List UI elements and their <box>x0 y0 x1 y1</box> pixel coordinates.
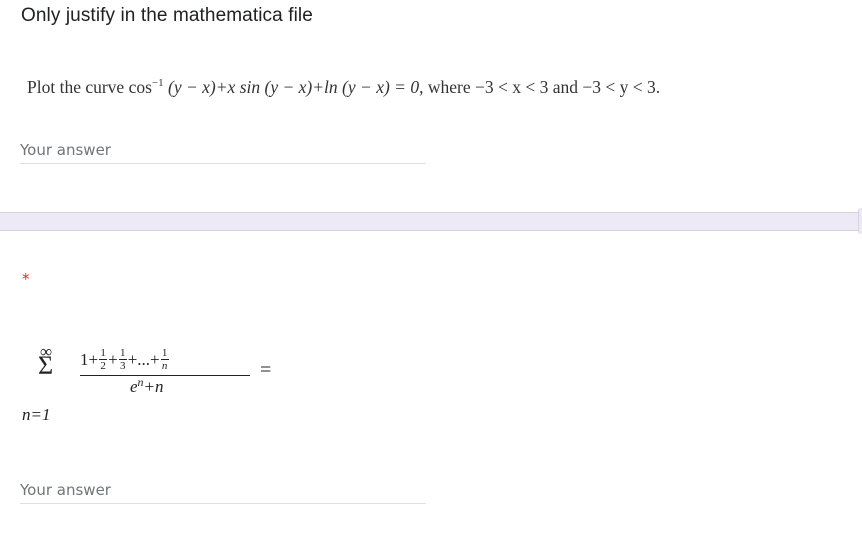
mini-fraction-nth: 1 n <box>160 347 169 372</box>
sum-lower-text: n=1 <box>22 405 51 424</box>
question-text: Plot the curve cos−1 (y − x)+x sin (y − … <box>27 77 660 98</box>
mini-fraction-third: 1 3 <box>118 347 127 372</box>
question-title: Only justify in the mathematica file <box>21 5 313 26</box>
required-marker: * <box>22 270 30 288</box>
series-formula: ∞ Σ n=1 1+ 1 2 + 1 3 +...+ 1 n en+n = <box>18 342 298 435</box>
mini-fraction-half: 1 2 <box>99 347 108 372</box>
denominator-rest: +n <box>143 377 164 396</box>
question-text-prefix: Plot the curve <box>27 77 129 97</box>
fraction-denominator: en+n <box>130 376 164 397</box>
separator-edge <box>858 208 862 234</box>
question-text-suffix: , where −3 < x < 3 and −3 < y < 3. <box>419 77 661 97</box>
mini-frac-den: n <box>161 360 168 372</box>
section-separator <box>0 212 860 231</box>
sigma-symbol: Σ <box>38 351 54 380</box>
mini-frac-den: 2 <box>100 360 106 372</box>
answer-input-1[interactable] <box>20 137 426 164</box>
answer-input-2[interactable] <box>20 477 426 504</box>
numerator-term: + <box>108 349 118 369</box>
equation-superscript: −1 <box>151 77 164 89</box>
equation-cos: cos <box>128 77 152 97</box>
equation-body: (y − x)+x sin (y − x)+ln (y − x) = 0 <box>163 77 420 97</box>
sum-lower-limit: n=1 <box>22 405 50 425</box>
numerator-term: 1+ <box>80 349 99 369</box>
mini-frac-num: 1 <box>161 347 168 359</box>
numerator-term: +...+ <box>127 349 160 369</box>
fraction-numerator: 1+ 1 2 + 1 3 +...+ 1 n <box>80 347 170 372</box>
denominator-base: e <box>130 377 138 396</box>
fraction-bar <box>80 375 250 376</box>
mini-frac-num: 1 <box>119 347 126 359</box>
equals-sign: = <box>260 359 272 381</box>
mini-frac-den: 3 <box>119 360 126 372</box>
mini-frac-num: 1 <box>100 347 106 359</box>
question-card-1: Only justify in the mathematica file Plo… <box>0 0 862 213</box>
